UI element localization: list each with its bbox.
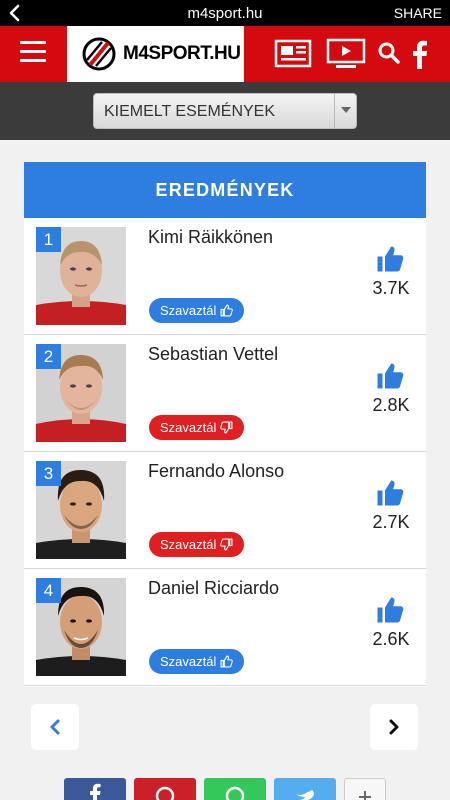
voted-badge[interactable]: Szavaztál	[149, 298, 245, 323]
logo-text: M4SPORT.HU	[123, 43, 241, 64]
news-icon[interactable]	[274, 39, 314, 69]
thumbs-up-icon	[220, 655, 234, 668]
result-row: 1 Kimi Räikkönen Szavaztál 3.7K	[24, 218, 426, 335]
search-icon[interactable]	[377, 41, 401, 65]
rank-badge: 1	[36, 227, 61, 252]
result-row: 3 Fernando Alonso Szavaztál 2.7K	[24, 452, 426, 569]
whatsapp-icon	[225, 786, 245, 800]
twitter-icon	[296, 790, 314, 800]
results-title: EREDMÉNYEK	[24, 162, 426, 218]
share-twitter-button[interactable]	[274, 778, 336, 800]
rank-badge: 2	[36, 344, 61, 369]
driver-name: Daniel Ricciardo	[148, 578, 280, 598]
url-text: m4sport.hu	[187, 5, 263, 22]
facebook-icon[interactable]	[410, 39, 428, 69]
vote-count: 2.7K	[372, 512, 410, 532]
browser-bar: m4sport.hu SHARE	[0, 0, 450, 26]
rank-badge: 4	[36, 578, 61, 603]
dropdown-arrow-icon[interactable]	[334, 94, 356, 128]
voted-label: Szavaztál	[160, 303, 217, 318]
vote-count: 2.6K	[372, 629, 410, 649]
pagination	[0, 688, 450, 766]
like-icon[interactable]	[375, 478, 405, 508]
thumbs-down-icon	[220, 538, 233, 551]
plus-icon	[359, 791, 371, 800]
share-bar	[0, 776, 450, 800]
share-button[interactable]: SHARE	[394, 5, 442, 21]
thumbs-down-icon	[220, 421, 233, 434]
vote-count: 2.8K	[372, 395, 410, 415]
share-more-button[interactable]	[344, 778, 386, 800]
voted-badge[interactable]: Szavaztál	[149, 532, 245, 557]
next-page-button[interactable]	[370, 704, 418, 750]
result-row: 2 Sebastian Vettel Szavaztál 2.8K	[24, 335, 426, 452]
event-select[interactable]: KIEMELT ESEMÉNYEK	[93, 93, 357, 129]
voted-label: Szavaztál	[160, 654, 217, 669]
result-row: 4 Daniel Ricciardo Szavaztál 2.6K	[24, 569, 426, 686]
tv-icon[interactable]	[326, 38, 366, 70]
voted-badge[interactable]: Szavaztál	[149, 415, 245, 440]
driver-name: Fernando Alonso	[148, 461, 285, 481]
site-header: M4SPORT.HU	[0, 26, 450, 82]
like-icon[interactable]	[375, 595, 405, 625]
like-icon[interactable]	[375, 361, 405, 391]
driver-name: Kimi Räikkönen	[148, 227, 274, 247]
filter-bar: KIEMELT ESEMÉNYEK	[0, 82, 450, 140]
voted-badge[interactable]: Szavaztál	[149, 649, 245, 674]
chevron-left-icon	[50, 719, 60, 735]
thumbs-up-icon	[220, 304, 234, 317]
event-select-value: KIEMELT ESEMÉNYEK	[104, 103, 276, 120]
prev-page-button[interactable]	[31, 704, 79, 750]
voted-label: Szavaztál	[160, 537, 217, 552]
driver-name: Sebastian Vettel	[148, 344, 279, 364]
voted-label: Szavaztál	[160, 420, 217, 435]
share-whatsapp-button[interactable]	[204, 778, 266, 800]
menu-icon[interactable]	[20, 41, 46, 65]
site-logo[interactable]: M4SPORT.HU	[67, 26, 244, 82]
share-facebook-button[interactable]	[64, 778, 126, 800]
pinterest-icon	[155, 786, 175, 800]
vote-count: 3.7K	[372, 278, 410, 298]
m4-logo-icon	[82, 37, 116, 71]
results-card: EREDMÉNYEK 1 Kimi Räikkönen Szavaztál 3.…	[24, 162, 426, 687]
chevron-right-icon	[389, 719, 399, 735]
facebook-icon	[90, 783, 101, 800]
rank-badge: 3	[36, 461, 61, 486]
share-pinterest-button[interactable]	[134, 778, 196, 800]
like-icon[interactable]	[375, 244, 405, 274]
